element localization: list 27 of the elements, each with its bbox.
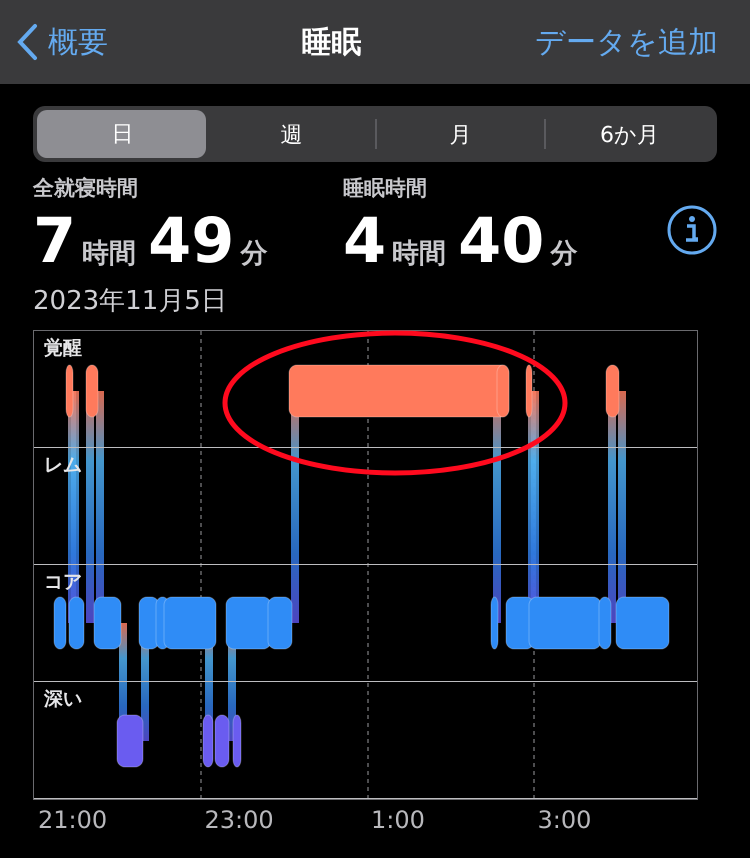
period-tab[interactable]: 月 bbox=[375, 119, 544, 149]
date-label: 2023年11月5日 bbox=[32, 285, 228, 318]
stat-unit: 時間 bbox=[82, 237, 136, 271]
back-chevron-icon bbox=[16, 23, 38, 61]
stat-unit: 時間 bbox=[392, 237, 446, 271]
period-tab[interactable]: 6か月 bbox=[544, 119, 713, 149]
stage-label: 覚醒 bbox=[44, 337, 82, 359]
back-label[interactable]: 概要 bbox=[48, 22, 108, 62]
stat-label: 睡眠時間 bbox=[343, 175, 428, 202]
stat-hours: 7 bbox=[33, 204, 76, 277]
stat-minutes: 49 bbox=[148, 204, 234, 277]
stat-minutes: 40 bbox=[458, 204, 544, 277]
stat-unit: 分 bbox=[550, 237, 578, 271]
info-icon[interactable] bbox=[667, 205, 717, 255]
time-tick: 3:00 bbox=[538, 806, 592, 834]
period-tab[interactable]: 日 bbox=[37, 110, 206, 158]
time-tick: 1:00 bbox=[371, 806, 426, 834]
stage-label: 深い bbox=[44, 688, 82, 710]
stat-hours: 4 bbox=[343, 204, 386, 277]
back-link[interactable]: 概要 bbox=[16, 22, 108, 62]
stat-label: 全就寝時間 bbox=[33, 175, 139, 202]
screen-title: 睡眠 bbox=[302, 24, 362, 62]
time-tick: 23:00 bbox=[204, 806, 275, 834]
time-tick: 21:00 bbox=[38, 806, 108, 834]
period-tab[interactable]: 週 bbox=[206, 119, 375, 149]
stat-unit: 分 bbox=[240, 237, 268, 271]
add-data-link[interactable]: データを追加 bbox=[535, 22, 718, 62]
